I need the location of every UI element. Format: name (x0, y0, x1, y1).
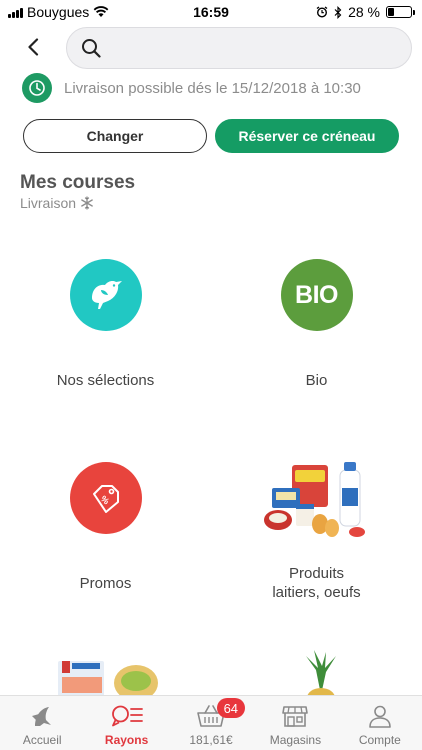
account-icon (369, 705, 391, 728)
bio-logo: BIO (280, 259, 353, 331)
category-tile-selections[interactable]: Nos sélections (0, 259, 211, 390)
battery-percent: 28 % (348, 4, 380, 20)
pineapple-image (306, 650, 336, 695)
category-tile-dairy[interactable]: Produits laitiers, oeufs (211, 460, 422, 602)
nav-item-compte[interactable]: Compte (338, 696, 422, 750)
nav-item-rayons[interactable]: Rayons (84, 696, 168, 750)
nav-label: Compte (358, 733, 401, 747)
category-label: Produits laitiers, oeufs (272, 565, 361, 601)
fresh-products-image (58, 661, 158, 695)
category-tile-partial-right[interactable] (296, 650, 346, 695)
alarm-icon (316, 6, 328, 18)
nav-label: 181,61€ (189, 733, 233, 747)
snowflake-icon (81, 196, 93, 210)
store-icon (282, 706, 309, 727)
nav-label: Magasins (269, 733, 322, 747)
battery-level (388, 8, 395, 16)
bottom-nav: Accueil Rayons 64 181,61€ Magasins Compt… (0, 695, 422, 750)
price-tag-icon: % (69, 462, 142, 534)
search-input[interactable] (111, 39, 391, 57)
change-slot-button[interactable]: Changer (23, 119, 207, 153)
category-label: Bio (305, 372, 328, 389)
status-right: 28 % (316, 4, 415, 20)
cart-count-badge: 64 (216, 698, 245, 718)
section-subtitle: Livraison (20, 195, 94, 211)
status-bar: Bouygues 16:59 28 % (0, 0, 422, 24)
nav-item-magasins[interactable]: Magasins (253, 696, 337, 750)
delivery-info: Livraison possible dés le 15/12/2018 à 1… (22, 73, 361, 103)
reserve-slot-button[interactable]: Réserver ce créneau (215, 119, 399, 153)
bio-badge-text: BIO (295, 280, 338, 309)
chevron-left-icon (28, 38, 39, 56)
back-button[interactable] (18, 32, 48, 62)
nav-item-accueil[interactable]: Accueil (0, 696, 84, 750)
nav-label: Accueil (22, 733, 62, 747)
delivery-message: Livraison possible dés le 15/12/2018 à 1… (64, 79, 361, 97)
search-icon (82, 39, 101, 58)
bird-icon (69, 259, 142, 331)
section-title: Mes courses (20, 172, 136, 193)
aisles-icon (111, 705, 143, 727)
delivery-mode-label: Livraison (20, 195, 77, 211)
search-bar[interactable] (66, 27, 412, 69)
bluetooth-icon (334, 5, 342, 19)
category-tile-bio[interactable]: BIO Bio (211, 259, 422, 390)
category-label: Nos sélections (56, 372, 155, 389)
category-label: Promos (79, 575, 132, 592)
battery-icon (386, 6, 415, 18)
category-tile-promos[interactable]: % Promos (0, 462, 211, 593)
dairy-products-image (263, 462, 365, 537)
category-tile-partial-left[interactable] (52, 657, 162, 695)
nav-item-basket[interactable]: 64 181,61€ (169, 696, 253, 750)
nav-label: Rayons (104, 733, 149, 747)
home-logo-icon (32, 707, 52, 726)
clock-icon (22, 73, 52, 103)
